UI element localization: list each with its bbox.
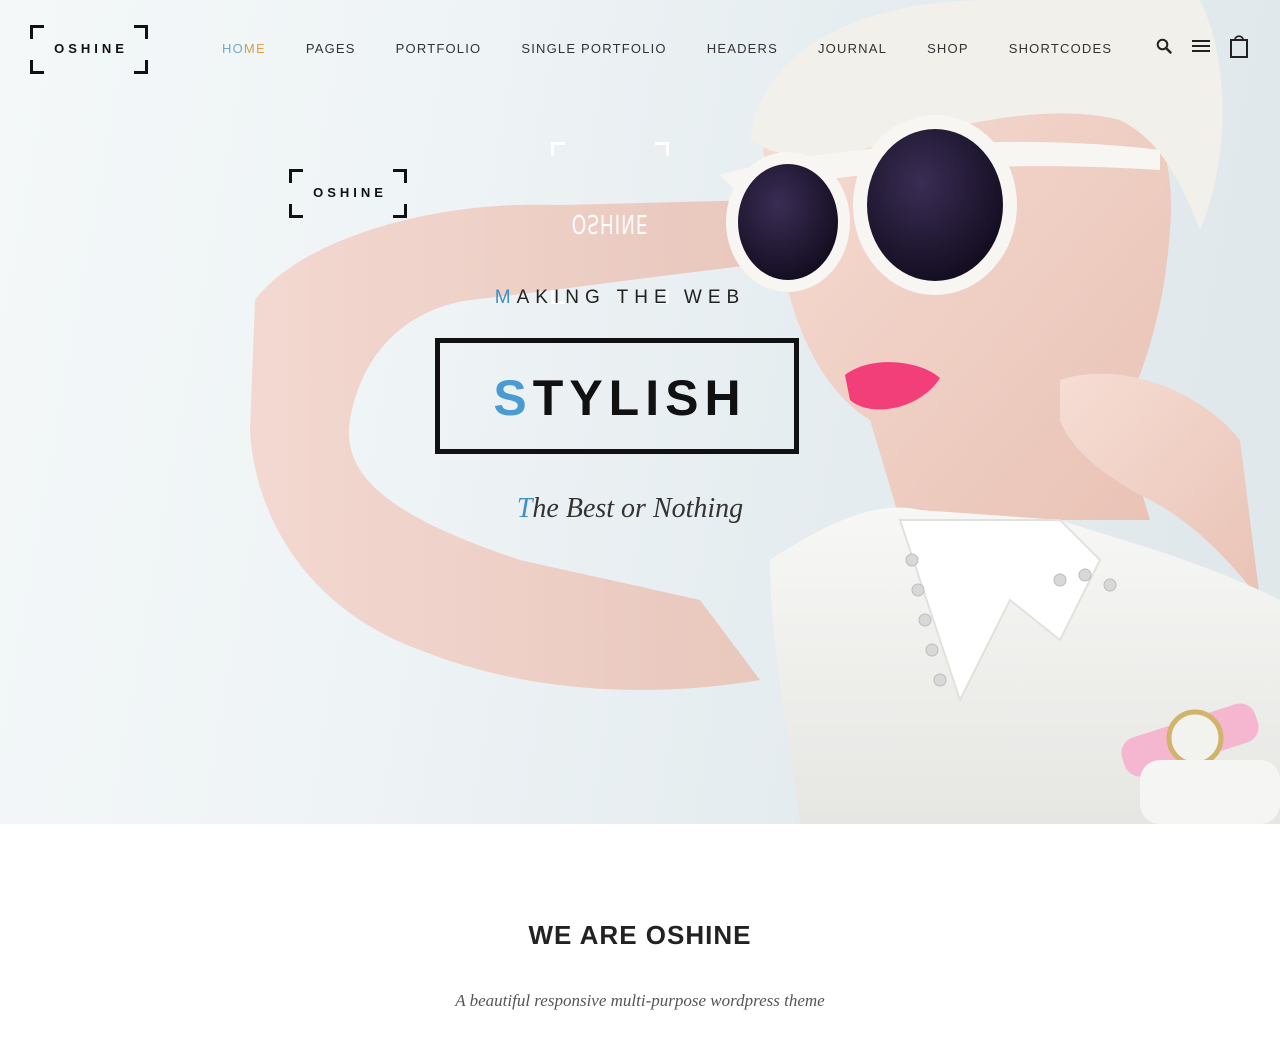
logo-corner	[30, 60, 44, 74]
nav-item-label: JOURNAL	[817, 41, 888, 56]
nav-item-label: HEADERS	[706, 41, 778, 56]
about-section: WE ARE OSHINE A beautiful responsive mul…	[0, 824, 1280, 1059]
about-title: WE ARE OSHINE	[528, 920, 752, 950]
site-logo[interactable]: OSHINE	[30, 25, 148, 74]
nav-active-letter: H	[222, 41, 233, 56]
mirrored-logo-text: OSHINE	[571, 208, 649, 238]
hero-tagline: MAKING THE WEB	[440, 287, 800, 309]
logo-text: OSHINE	[54, 41, 128, 56]
nav-active-letter: M	[243, 41, 256, 56]
main-navigation: HOME PAGES PORTFOLIO SINGLE PORTFOLIO HE…	[222, 41, 1152, 56]
nav-item-label: SHORTCODES	[1008, 41, 1113, 56]
nav-item-portfolio[interactable]: PORTFOLIO	[396, 41, 482, 56]
hero-motto: The Best or Nothing	[440, 493, 820, 525]
motto-first-letter: T	[516, 493, 533, 524]
cart-icon[interactable]	[1230, 34, 1248, 58]
search-icon[interactable]	[1156, 38, 1172, 54]
logo-corner	[289, 169, 303, 183]
hero-logo-text: OSHINE	[313, 185, 387, 200]
header-icons	[1136, 34, 1248, 58]
motto-rest: he Best or Nothing	[532, 493, 744, 524]
logo-corner	[134, 60, 148, 74]
headline-rest: TYLISH	[532, 370, 747, 426]
logo-corner	[393, 169, 407, 183]
nav-active-letter: E	[255, 41, 266, 56]
nav-item-journal[interactable]: JOURNAL	[818, 41, 887, 56]
nav-item-home[interactable]: HOME	[222, 41, 266, 56]
logo-corner	[30, 25, 44, 39]
nav-item-single-portfolio[interactable]: SINGLE PORTFOLIO	[521, 41, 666, 56]
nav-item-label: HOME	[222, 41, 266, 56]
nav-item-headers[interactable]: HEADERS	[707, 41, 778, 56]
nav-item-pages[interactable]: PAGES	[306, 41, 356, 56]
nav-active-letter: O	[232, 41, 244, 56]
hero-headline: STYLISH	[440, 369, 794, 427]
hero-mirrored-logo: OSHINE	[551, 142, 669, 304]
nav-item-label: PORTFOLIO	[395, 41, 482, 56]
tagline-rest: AKING THE WEB	[516, 287, 746, 308]
menu-icon[interactable]	[1192, 39, 1210, 53]
nav-item-label: SINGLE PORTFOLIO	[521, 41, 667, 56]
hero-headline-box: STYLISH	[435, 338, 799, 454]
logo-corner	[289, 204, 303, 218]
logo-corner	[551, 142, 565, 156]
hero-logo: OSHINE	[289, 169, 407, 218]
logo-corner	[134, 25, 148, 39]
site-header: OSHINE HOME PAGES PORTFOLIO SINGLE PORTF…	[0, 0, 1280, 100]
about-subtitle: A beautiful responsive multi-purpose wor…	[455, 991, 825, 1010]
headline-first-letter: S	[493, 370, 533, 426]
logo-corner	[393, 204, 407, 218]
nav-item-label: SHOP	[927, 41, 969, 56]
tagline-first-letter: M	[494, 287, 517, 308]
nav-item-shop[interactable]: SHOP	[927, 41, 969, 56]
hero-section: OSHINE HOME PAGES PORTFOLIO SINGLE PORTF…	[0, 0, 1280, 824]
nav-item-shortcodes[interactable]: SHORTCODES	[1009, 41, 1113, 56]
logo-corner	[655, 142, 669, 156]
nav-item-label: PAGES	[305, 41, 356, 56]
